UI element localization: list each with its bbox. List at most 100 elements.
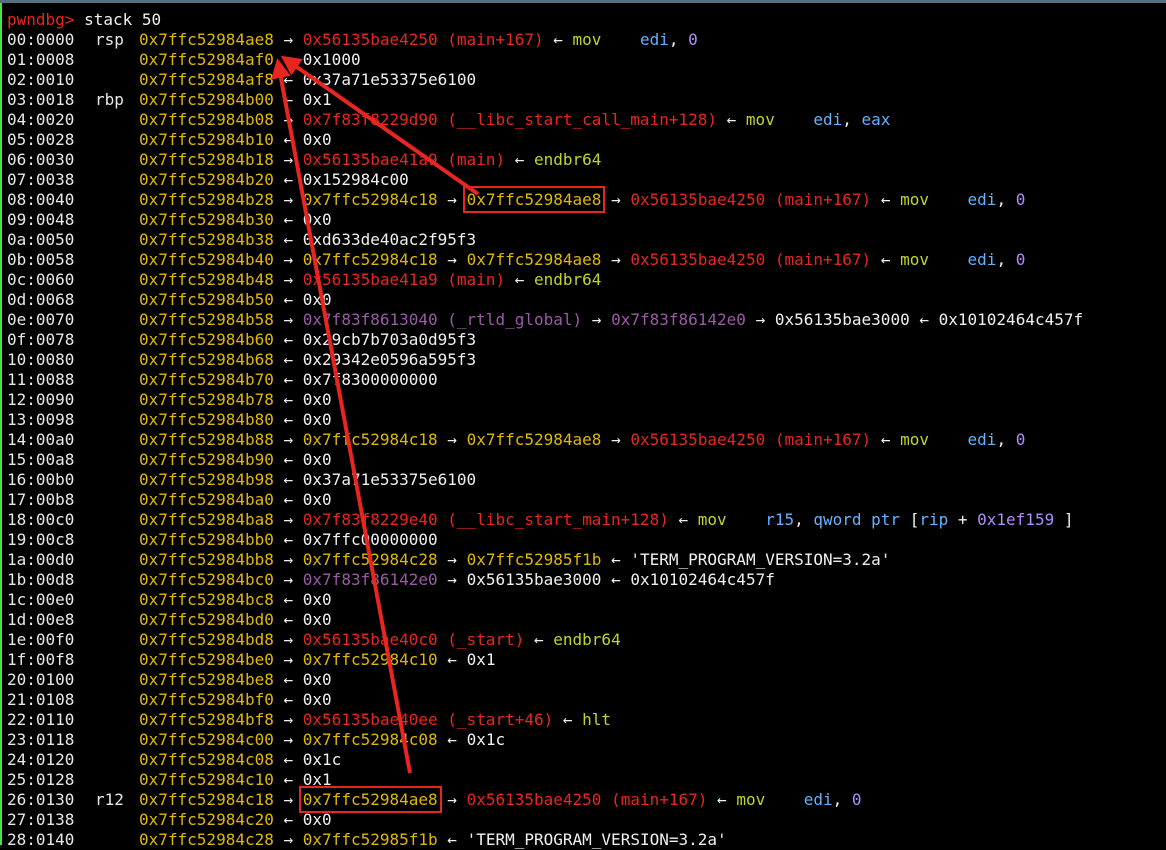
stack-offset: 20:0100 — [7, 670, 75, 689]
stack-row: 03:0018 rbp 0x7ffc52984b00 ← 0x1 — [7, 90, 1166, 110]
value-text: 0x7ffc00000000 — [302, 530, 438, 549]
pointer-arrow: → — [283, 630, 294, 649]
stack-pointer: 0x7ffc52984c18 — [302, 250, 438, 269]
terminal-pane[interactable]: pwndbg> stack 50 00:0000 rsp 0x7ffc52984ae… — [7, 10, 1166, 849]
stack-offset: 13:0098 — [7, 410, 75, 429]
stack-address: 0x7ffc52984b40 — [139, 250, 274, 269]
stack-offset: 1b:00d8 — [7, 570, 75, 589]
stack-row: 1d:00e8 0x7ffc52984bd0 ← 0x0 — [7, 610, 1166, 630]
instruction-operand: edi — [803, 790, 833, 809]
stack-row: 24:0120 0x7ffc52984c08 ← 0x1c — [7, 750, 1166, 770]
immediate-value: 0 — [851, 790, 862, 809]
stack-address: 0x7ffc52984b98 — [139, 470, 274, 489]
stack-row: 0a:0050 0x7ffc52984b38 ← 0xd633de40ac2f95… — [7, 230, 1166, 250]
stack-row: 26:0130 r12 0x7ffc52984c18 → 0x7ffc52984ae… — [7, 786, 1166, 813]
value-text: 0x0 — [302, 390, 332, 409]
code-pointer: 0x56135bae4250 (main+167) — [302, 30, 544, 49]
stack-row: 08:0040 0x7ffc52984b28 → 0x7ffc52984c18 →… — [7, 186, 1166, 213]
value-text: 0x10102464c457f — [630, 570, 775, 589]
value-text: 0x29342e0596a595f3 — [302, 350, 477, 369]
stack-address: 0x7ffc52984c08 — [139, 750, 274, 769]
instruction-mnemonic: endbr64 — [553, 630, 621, 649]
value-text: + — [948, 510, 978, 529]
stack-offset: 0b:0058 — [7, 250, 75, 269]
stack-address: 0x7ffc52984b00 — [139, 90, 274, 109]
register-label: rsp — [95, 30, 124, 49]
stack-address: 0x7ffc52984b78 — [139, 390, 274, 409]
stack-address: 0x7ffc52984b08 — [139, 110, 274, 129]
pointer-arrow: ← — [283, 50, 294, 69]
stack-row: 28:0140 0x7ffc52984c28 → 0x7ffc52985f1b ←… — [7, 830, 1166, 850]
stack-row: 18:00c0 0x7ffc52984ba8 → 0x7f83f8229e40 (… — [7, 510, 1166, 530]
value-text: 0x56135bae3000 — [466, 570, 602, 589]
code-pointer: 0x56135bae40c0 (_start) — [302, 630, 525, 649]
stack-offset: 1e:00f0 — [7, 630, 75, 649]
stack-row: 05:0028 0x7ffc52984b10 ← 0x0 — [7, 130, 1166, 150]
pointer-arrow: ← — [447, 730, 457, 749]
value-text: , — [832, 790, 852, 809]
pointer-arrow: ← — [283, 330, 294, 349]
pointer-arrow: → — [283, 710, 294, 729]
value-text: 0x37a71e53375e6100 — [302, 70, 477, 89]
value-text: 0x0 — [302, 610, 332, 629]
stack-address: 0x7ffc52984b58 — [139, 310, 274, 329]
value-text: 0x0 — [302, 290, 332, 309]
immediate-value: 0 — [1015, 250, 1026, 269]
stack-offset: 0c:0060 — [7, 270, 75, 289]
register-label: r12 — [95, 790, 124, 809]
stack-offset: 19:00c8 — [7, 530, 75, 549]
stack-address: 0x7ffc52984c10 — [139, 770, 274, 789]
instruction-operand: eax — [861, 110, 891, 129]
stack-pointer: 0x7ffc52985f1b — [466, 550, 602, 569]
stack-address: 0x7ffc52984bc0 — [139, 570, 274, 589]
stack-address: 0x7ffc52984b10 — [139, 130, 274, 149]
pointer-arrow: ← — [880, 250, 891, 269]
pointer-arrow: ← — [283, 210, 294, 229]
stack-offset: 21:0108 — [7, 690, 75, 709]
pointer-arrow: → — [283, 830, 294, 849]
stack-row: 1c:00e0 0x7ffc52984bc8 ← 0x0 — [7, 590, 1166, 610]
stack-pointer: 0x7ffc52984ae8 — [466, 430, 602, 449]
stack-address: 0x7ffc52984ba0 — [139, 490, 274, 509]
stack-row: 16:00b0 0x7ffc52984b98 ← 0x37a71e53375e61… — [7, 470, 1166, 490]
value-text: 0x0 — [302, 450, 332, 469]
stack-address: 0x7ffc52984bb8 — [139, 550, 274, 569]
code-pointer: 0x7f83f8229d90 (__libc_start_call_main+1… — [302, 110, 717, 129]
value-text: 0x0 — [302, 670, 332, 689]
stack-offset: 10:0080 — [7, 350, 75, 369]
pointer-arrow: ← — [283, 670, 294, 689]
pointer-arrow: → — [283, 650, 294, 669]
stack-offset: 06:0030 — [7, 150, 75, 169]
pointer-arrow: → — [283, 790, 294, 809]
stack-row: 07:0038 0x7ffc52984b20 ← 0x152984c00 — [7, 170, 1166, 190]
stack-address: 0x7ffc52984b18 — [139, 150, 274, 169]
stack-address: 0x7ffc52984b50 — [139, 290, 274, 309]
value-text: , — [668, 30, 689, 49]
stack-row: 1a:00d0 0x7ffc52984bb8 → 0x7ffc52984c28 →… — [7, 550, 1166, 570]
pointer-arrow: → — [283, 270, 294, 289]
value-text: 0x56135bae3000 — [774, 310, 910, 329]
command-text: stack 50 — [84, 10, 162, 29]
stack-pointer: 0x7ffc52984ae8 — [466, 250, 602, 269]
stack-address: 0x7ffc52984b28 — [139, 190, 274, 209]
pointer-arrow: ← — [283, 350, 294, 369]
instruction-mnemonic: mov — [900, 430, 968, 449]
pointer-arrow: ← — [611, 550, 621, 569]
instruction-operand: edi — [967, 190, 997, 209]
value-text: 0x29cb7b703a0d95f3 — [302, 330, 477, 349]
stack-address: 0x7ffc52984b68 — [139, 350, 274, 369]
pointer-arrow: → — [283, 570, 294, 589]
stack-offset: 1d:00e8 — [7, 610, 75, 629]
pointer-arrow: ← — [514, 270, 525, 289]
stack-row: 0d:0068 0x7ffc52984b50 ← 0x0 — [7, 290, 1166, 310]
stack-row: 19:00c8 0x7ffc52984bb0 ← 0x7ffc00000000 — [7, 530, 1166, 550]
stack-row: 1b:00d8 0x7ffc52984bc0 → 0x7f83f86142e0 →… — [7, 570, 1166, 590]
value-text: 0x1 — [302, 770, 332, 789]
stack-row: 1e:00f0 0x7ffc52984bd8 → 0x56135bae40c0 (… — [7, 630, 1166, 650]
value-text: 0x0 — [302, 410, 332, 429]
stack-address: 0x7ffc52984b70 — [139, 370, 274, 389]
data-pointer: 0x7f83f8613040 (_rtld_global) — [302, 310, 583, 329]
instruction-operand: qword ptr — [813, 510, 901, 529]
value-text: 0x0 — [302, 690, 332, 709]
instruction-mnemonic: hlt — [582, 710, 612, 729]
